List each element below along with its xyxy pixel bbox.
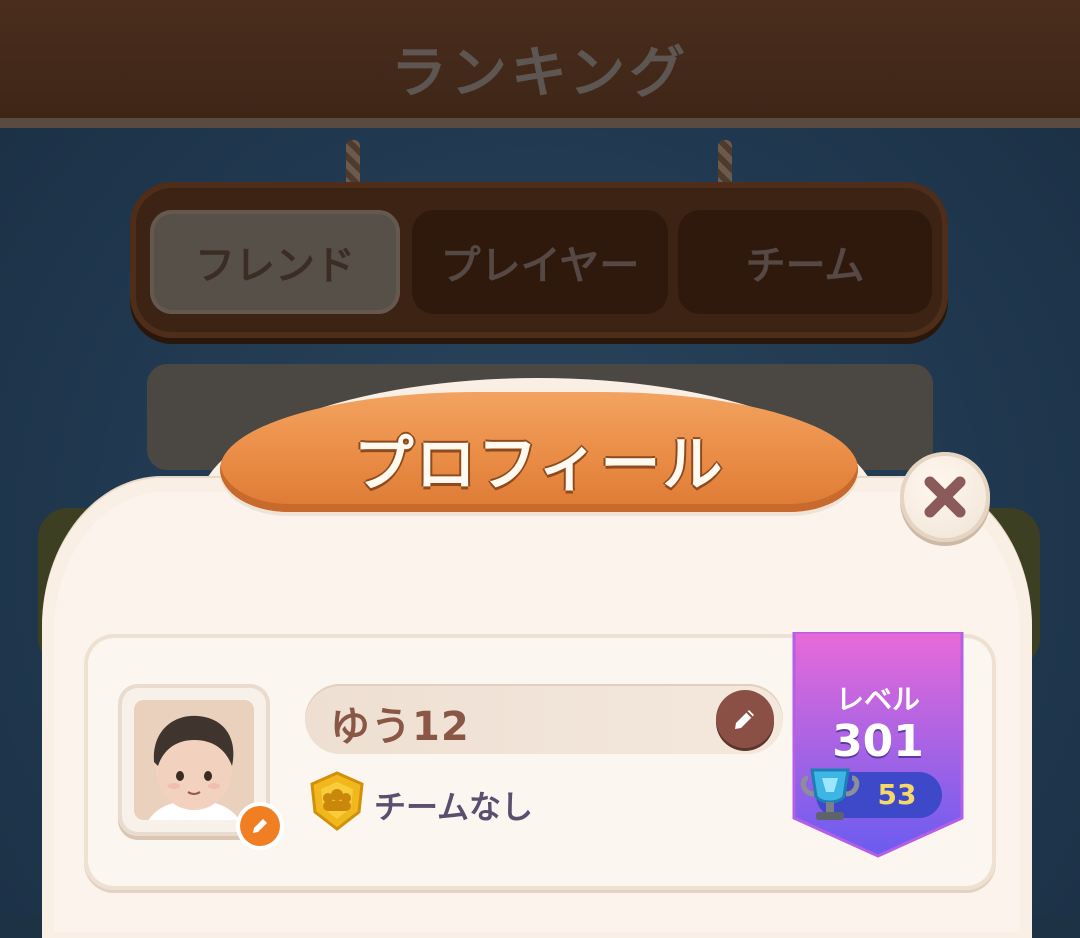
team-badge-icon	[306, 770, 368, 832]
pencil-icon	[735, 710, 754, 729]
pencil-icon	[253, 819, 267, 833]
tab-players[interactable]: プレイヤー	[412, 210, 668, 314]
team-status: チームなし	[374, 788, 534, 826]
avatar-character-icon	[134, 700, 254, 820]
avatar[interactable]	[134, 700, 254, 820]
name-edit-button[interactable]	[716, 690, 774, 748]
close-button[interactable]	[900, 452, 990, 542]
close-x-icon	[924, 476, 966, 518]
ranking-title: ランキング	[390, 41, 690, 106]
player-name: ゆう12	[330, 704, 470, 750]
level-value: 301	[832, 716, 924, 767]
trophy-count: 53	[877, 778, 917, 811]
tab-friends[interactable]: フレンド	[150, 210, 400, 314]
avatar-edit-button[interactable]	[240, 806, 280, 846]
tab-team[interactable]: チーム	[678, 210, 932, 314]
modal-title: プロフィール	[353, 430, 725, 500]
level-label: レベル	[835, 683, 920, 716]
